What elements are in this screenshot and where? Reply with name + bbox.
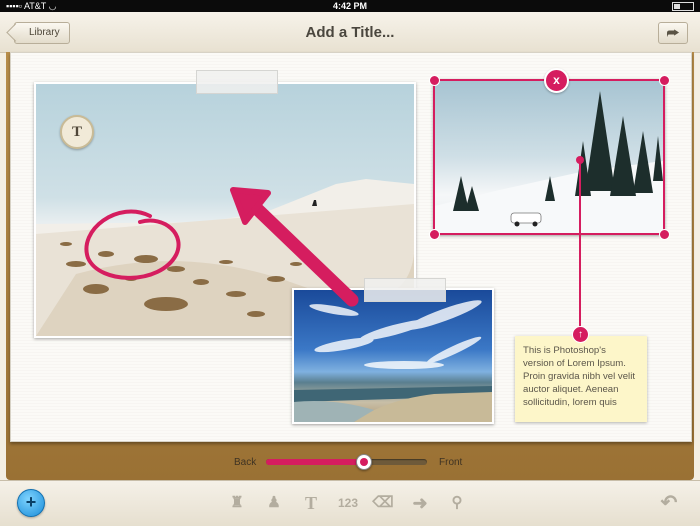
delete-tool-button[interactable]: ⌫ bbox=[372, 492, 394, 514]
slider-fill bbox=[266, 459, 363, 465]
arrow-tool-button[interactable]: ➜ bbox=[409, 492, 431, 514]
resize-handle[interactable] bbox=[429, 229, 440, 240]
delete-tool-icon: ⌫ bbox=[372, 494, 394, 511]
close-icon: x bbox=[553, 73, 560, 87]
arrow-tool-icon: ➜ bbox=[412, 493, 428, 513]
selection-frame bbox=[433, 79, 665, 235]
page-title[interactable]: Add a Title... bbox=[0, 24, 700, 41]
slider-thumb[interactable] bbox=[355, 454, 372, 470]
note-connector-handle[interactable]: ↑ bbox=[572, 326, 589, 343]
stamp-small-icon: ♟ bbox=[267, 494, 281, 511]
share-icon: ⮫ bbox=[666, 25, 680, 41]
pin-tool-icon: ⚲ bbox=[451, 494, 463, 511]
text-tool-button[interactable]: T bbox=[300, 492, 322, 514]
resize-handle[interactable] bbox=[659, 229, 670, 240]
sticky-note-text: This is Photoshop's version of Lorem Ips… bbox=[523, 345, 635, 408]
beach-photo[interactable] bbox=[292, 288, 494, 424]
undo-button[interactable]: ↶ bbox=[658, 492, 680, 514]
numbers-tool-icon: 123 bbox=[337, 496, 359, 510]
remove-photo-button[interactable]: x bbox=[544, 68, 569, 93]
clock: 4:42 PM bbox=[332, 1, 367, 11]
tape-strip bbox=[364, 278, 446, 302]
undo-icon: ↶ bbox=[660, 492, 678, 514]
layer-order-slider[interactable] bbox=[266, 454, 427, 470]
text-annotation-badge[interactable]: T bbox=[60, 115, 94, 149]
add-icon: + bbox=[25, 492, 37, 512]
sticky-note[interactable]: This is Photoshop's version of Lorem Ips… bbox=[515, 336, 647, 422]
resize-handle[interactable] bbox=[429, 75, 440, 86]
battery-icon bbox=[669, 0, 694, 12]
numbers-tool-button[interactable]: 123 bbox=[334, 492, 362, 514]
slider-front-label: Front bbox=[439, 457, 463, 468]
stamp-tool-button[interactable]: ♜ bbox=[226, 492, 248, 514]
beach-image bbox=[294, 300, 492, 422]
resize-handle[interactable] bbox=[659, 75, 670, 86]
slider-back-label: Back bbox=[234, 457, 257, 468]
text-tool-icon: T bbox=[304, 493, 317, 513]
stamp-icon: ♜ bbox=[230, 494, 244, 511]
add-button[interactable]: + bbox=[17, 489, 45, 517]
pin-tool-button[interactable]: ⚲ bbox=[446, 492, 468, 514]
share-button[interactable]: ⮫ bbox=[658, 22, 688, 44]
status-bar: ▪▪▪▪▫ AT&T ◡ 4:42 PM bbox=[0, 0, 700, 12]
tape-strip bbox=[196, 70, 278, 94]
small-stamp-tool-button[interactable]: ♟ bbox=[263, 492, 285, 514]
navigation-bar: Library Add a Title... ⮫ bbox=[0, 12, 700, 53]
